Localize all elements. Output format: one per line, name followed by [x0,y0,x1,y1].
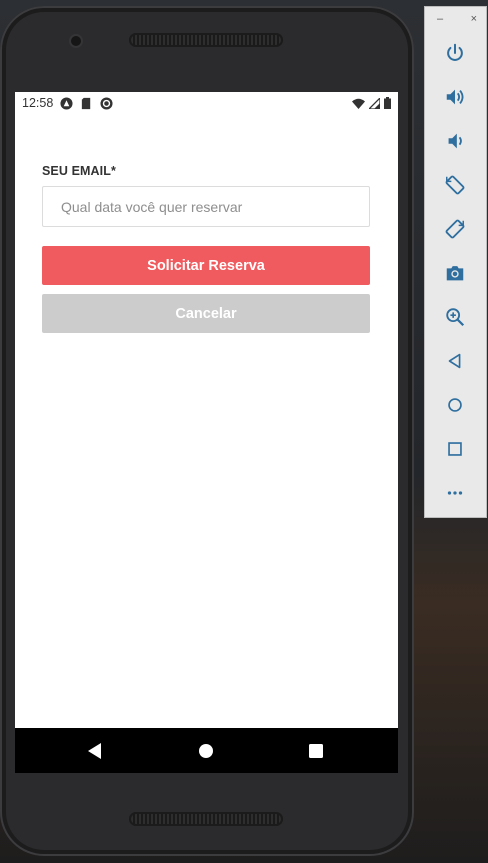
wifi-icon [352,98,365,109]
sd-card-icon [82,97,91,109]
camera-icon[interactable] [443,261,467,285]
rotate-right-icon[interactable] [443,217,467,241]
volume-up-icon[interactable] [443,85,467,109]
device-screen: 12:58 SEU EMAIL* Qual data você quer res… [15,92,398,773]
volume-down-icon[interactable] [443,129,467,153]
status-bar: 12:58 [15,92,398,114]
front-camera [71,36,81,46]
panel-close-button[interactable]: × [471,13,477,25]
email-label: SEU EMAIL* [42,164,116,178]
nav-back-icon[interactable] [86,742,104,760]
nav-home-icon[interactable] [197,742,215,760]
signal-icon [369,97,380,109]
status-time: 12:58 [22,96,54,110]
reservation-date-input[interactable] [42,186,370,227]
nav-recents-icon[interactable] [307,742,325,760]
request-reservation-button[interactable]: Solicitar Reserva [42,246,370,285]
bottom-speaker [129,812,283,826]
power-icon[interactable] [443,41,467,65]
navigation-bar [15,728,398,773]
cancel-button[interactable]: Cancelar [42,294,370,333]
overview-icon[interactable] [443,437,467,461]
phone-frame: 12:58 SEU EMAIL* Qual data você quer res… [0,6,414,856]
battery-icon [384,97,391,109]
more-icon[interactable] [443,481,467,505]
notification-circle-icon [60,96,73,110]
sync-circle-icon [100,96,113,110]
emulator-control-panel: – × [424,6,487,518]
home-icon[interactable] [443,393,467,417]
zoom-icon[interactable] [443,305,467,329]
rotate-left-icon[interactable] [443,173,467,197]
panel-minimize-button[interactable]: – [437,13,443,25]
earpiece-speaker [129,33,283,47]
reservation-form: SEU EMAIL* Solicitar Reserva Cancelar [42,164,370,333]
back-icon[interactable] [443,349,467,373]
